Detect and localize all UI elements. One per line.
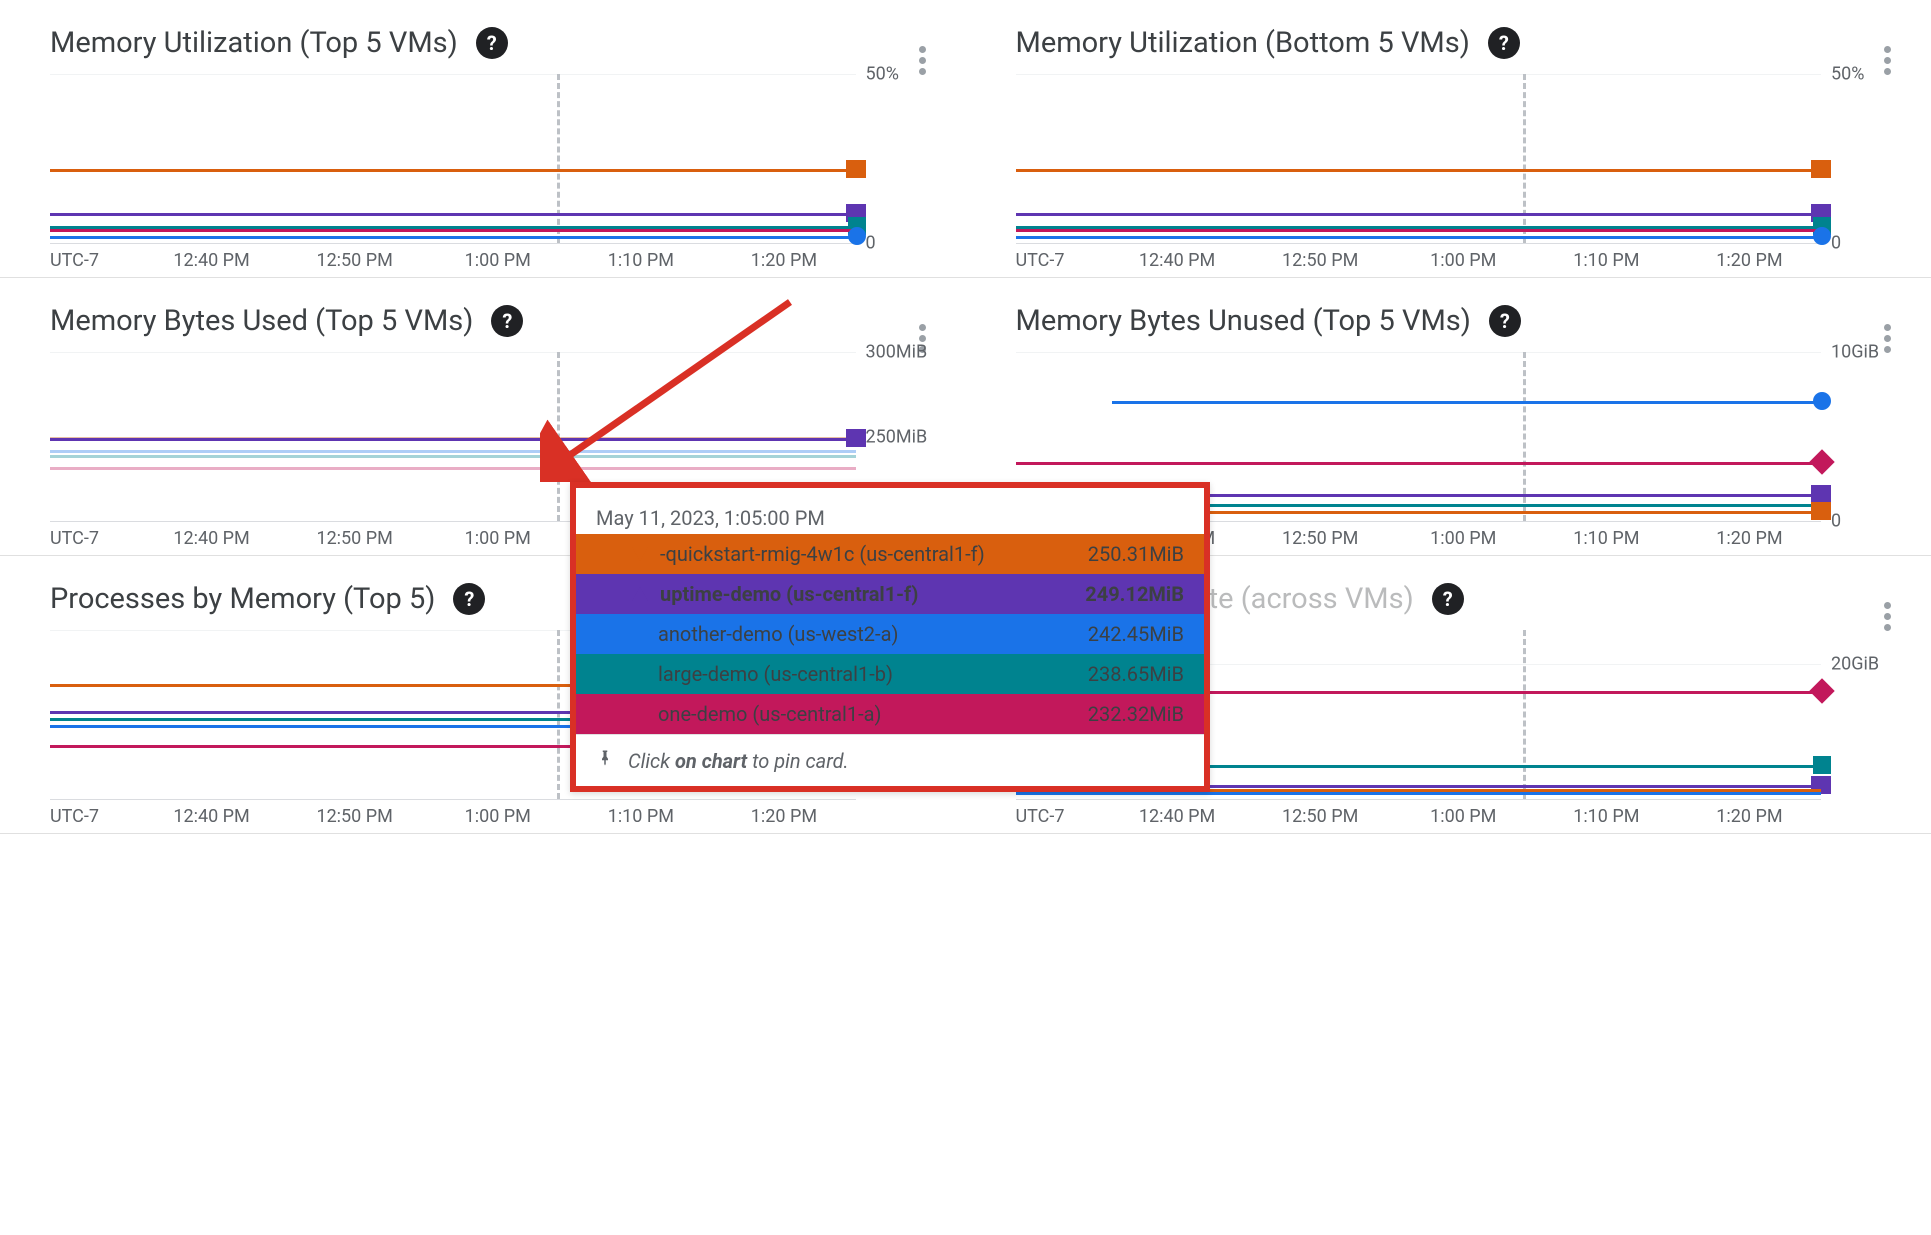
tooltip-row: -quickstart-rmig-4w1c (us-central1-f) 25… (576, 534, 1204, 574)
panel-title: Memory Utilization (Bottom 5 VMs) (1016, 26, 1470, 60)
x-axis: UTC-7 12:40 PM 12:50 PM 1:00 PM 1:10 PM … (50, 244, 956, 271)
crosshair (1523, 74, 1526, 243)
help-icon[interactable]: ? (453, 583, 485, 615)
panel-mem-util-top: Memory Utilization (Top 5 VMs) ? 50% 0 (0, 0, 966, 278)
timezone-label: UTC-7 (50, 250, 140, 271)
tooltip-timestamp: May 11, 2023, 1:05:00 PM (576, 488, 1204, 534)
panel-title: Memory Bytes Used (Top 5 VMs) (50, 304, 473, 338)
crosshair (557, 630, 560, 799)
crosshair (1523, 630, 1526, 799)
panel-mem-used: Memory Bytes Used (Top 5 VMs) ? 300MiB 2… (0, 278, 966, 556)
help-icon[interactable]: ? (476, 27, 508, 59)
tooltip-row: one-demo (us-central1-a) 232.32MiB (576, 694, 1204, 734)
help-icon[interactable]: ? (1489, 305, 1521, 337)
panel-title: Memory Utilization (Top 5 VMs) (50, 26, 458, 60)
pin-icon (596, 747, 614, 774)
panel-mem-util-bot: Memory Utilization (Bottom 5 VMs) ? 50% … (966, 0, 1931, 278)
tooltip-hint: Click on chart to pin card. (576, 734, 1204, 786)
ytick: 0 (866, 233, 876, 254)
tooltip-row: another-demo (us-west2-a) 242.45MiB (576, 614, 1204, 654)
tooltip-row: large-demo (us-central1-b) 238.65MiB (576, 654, 1204, 694)
dashboard-grid: Memory Utilization (Top 5 VMs) ? 50% 0 (0, 0, 1931, 834)
crosshair (557, 74, 560, 243)
chart-tooltip: May 11, 2023, 1:05:00 PM -quickstart-rmi… (570, 482, 1210, 792)
help-icon[interactable]: ? (1488, 27, 1520, 59)
tooltip-row: uptime-demo (us-central1-f) 249.12MiB (576, 574, 1204, 614)
ytick: 50% (866, 64, 899, 85)
help-icon[interactable]: ? (491, 305, 523, 337)
help-icon[interactable]: ? (1432, 583, 1464, 615)
chart-area[interactable]: 50% 0 (50, 74, 856, 244)
chart-area[interactable]: 50% 0 (1016, 74, 1822, 244)
panel-title: Memory Bytes Unused (Top 5 VMs) (1016, 304, 1471, 338)
panel-title: Processes by Memory (Top 5) (50, 582, 435, 616)
